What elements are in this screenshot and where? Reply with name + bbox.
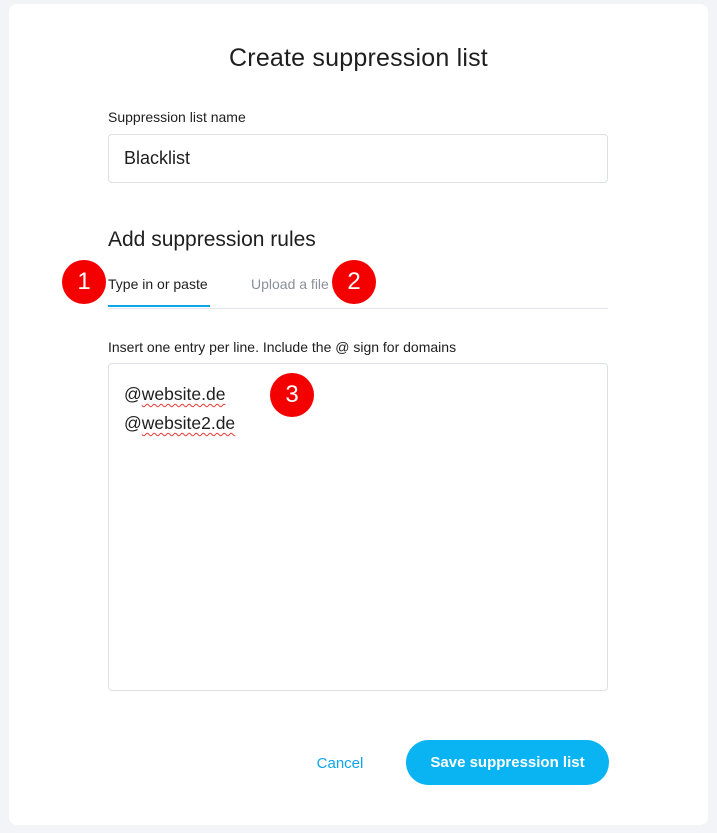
dialog-title: Create suppression list (229, 44, 488, 72)
annotation-marker-2: 2 (332, 260, 376, 304)
list-name-label: Suppression list name (108, 109, 246, 125)
rule-entry: @website2.de (124, 409, 592, 438)
rule-entry: @website.de (124, 380, 592, 409)
tab-upload-a-file[interactable]: Upload a file (251, 276, 329, 305)
annotation-marker-3: 3 (270, 373, 314, 417)
tab-type-in-or-paste[interactable]: Type in or paste (108, 276, 210, 307)
rules-section-heading: Add suppression rules (108, 228, 316, 251)
rule-entry-domain: website.de (141, 384, 226, 404)
rules-textarea[interactable]: @website.de @website2.de (108, 363, 608, 691)
cancel-button[interactable]: Cancel (300, 740, 380, 785)
rule-entry-prefix: @ (124, 413, 142, 433)
rule-entry-prefix: @ (124, 384, 142, 404)
annotation-marker-1: 1 (62, 260, 106, 304)
rule-entry-domain: website2.de (141, 413, 236, 433)
rules-hint-text: Insert one entry per line. Include the @… (108, 339, 457, 355)
save-suppression-list-button[interactable]: Save suppression list (406, 740, 609, 785)
list-name-input[interactable] (108, 134, 608, 183)
